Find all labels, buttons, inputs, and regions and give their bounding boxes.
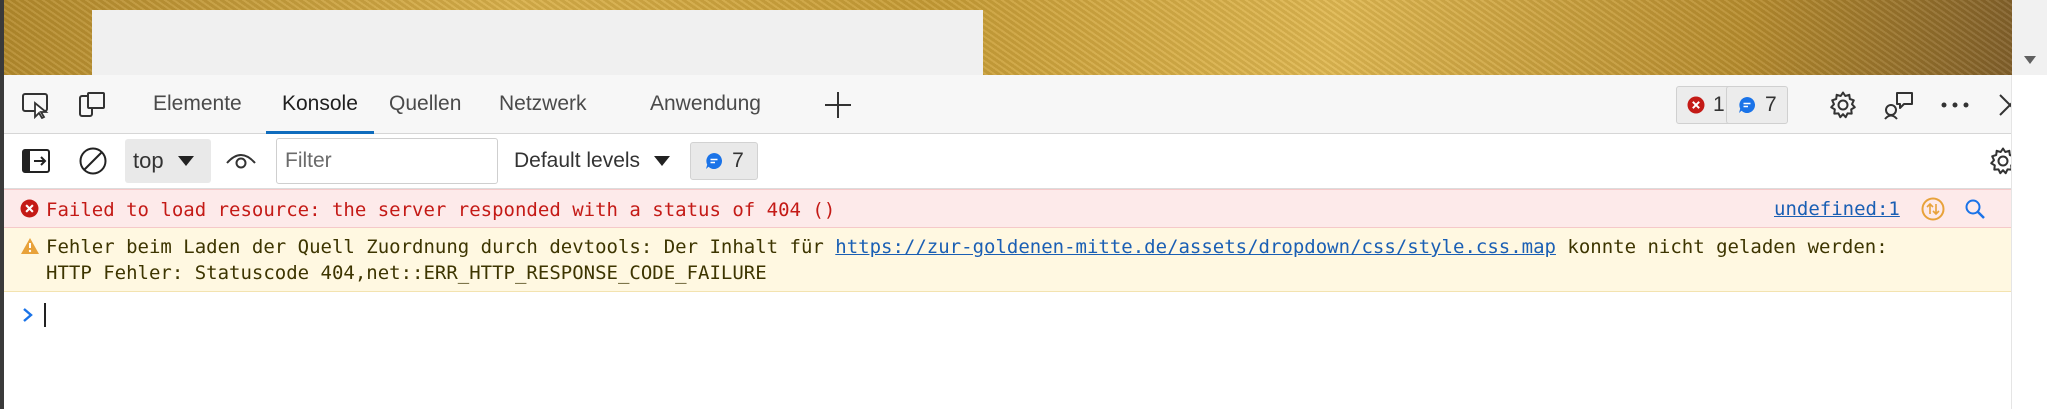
warning-icon (21, 238, 39, 254)
prompt-chevron-icon (23, 308, 33, 322)
tab-anwendung[interactable]: Anwendung (650, 75, 761, 133)
search-icon[interactable] (1964, 198, 1986, 220)
page-scrollbar[interactable] (2012, 0, 2047, 75)
log-levels-dropdown[interactable]: Default levels (514, 139, 671, 183)
text-cursor (44, 303, 46, 327)
window-left-edge (0, 0, 4, 409)
console-error-message: Failed to load resource: the server resp… (4, 189, 2012, 228)
message-icon (1739, 96, 1756, 113)
error-count: 1 (1713, 93, 1725, 116)
error-source-link[interactable]: undefined:1 (1774, 196, 1900, 222)
log-levels-label: Default levels (514, 149, 641, 172)
message-count: 7 (1765, 93, 1777, 116)
live-expression-eye-icon[interactable] (225, 145, 257, 177)
chevron-down-icon (654, 156, 671, 166)
error-message-text: Failed to load resource: the server resp… (46, 199, 836, 221)
page-content-panel (92, 10, 983, 75)
issues-message-count: 7 (732, 149, 744, 172)
context-selector[interactable]: top (125, 139, 211, 183)
tab-quellen[interactable]: Quellen (389, 75, 461, 133)
inspect-element-icon[interactable] (20, 89, 52, 121)
network-request-icon[interactable] (1921, 197, 1945, 221)
message-count-badge[interactable]: 7 (1726, 86, 1788, 124)
error-icon (20, 199, 39, 218)
message-icon (706, 153, 723, 169)
warning-source-map-link[interactable]: https://zur-goldenen-mitte.de/assets/dro… (835, 236, 1556, 258)
devtools-scrollbar[interactable] (2011, 75, 2047, 409)
device-emulation-icon[interactable] (76, 89, 108, 121)
issues-message-badge[interactable]: 7 (690, 142, 758, 180)
more-options-icon[interactable] (1939, 89, 1971, 121)
add-tab-icon[interactable] (822, 89, 854, 121)
warning-text-prefix: Fehler beim Laden der Quell Zuordnung du… (46, 236, 836, 258)
feedback-icon[interactable] (1883, 89, 1915, 121)
filter-input[interactable] (276, 138, 498, 184)
devtools-main-toolbar: Elemente Konsole Quellen Netzwerk Anwend… (4, 75, 2021, 134)
settings-gear-icon[interactable] (1827, 89, 1859, 121)
tab-konsole[interactable]: Konsole (266, 75, 374, 134)
error-icon (1687, 96, 1705, 114)
tab-konsole-label: Konsole (282, 92, 358, 115)
chevron-down-icon (177, 156, 194, 166)
console-toolbar: top Default levels 7 (4, 134, 2016, 189)
console-warning-message: Fehler beim Laden der Quell Zuordnung du… (4, 228, 2012, 292)
toggle-sidebar-icon[interactable] (20, 145, 52, 177)
clear-console-icon[interactable] (77, 145, 109, 177)
devtools-panel: Elemente Konsole Quellen Netzwerk Anwend… (4, 75, 2021, 409)
scroll-down-icon[interactable] (2024, 56, 2036, 64)
context-value: top (133, 148, 164, 173)
tab-elemente[interactable]: Elemente (153, 75, 242, 133)
page-viewport (0, 0, 2047, 75)
tab-netzwerk[interactable]: Netzwerk (499, 75, 587, 133)
console-prompt[interactable] (22, 300, 46, 330)
